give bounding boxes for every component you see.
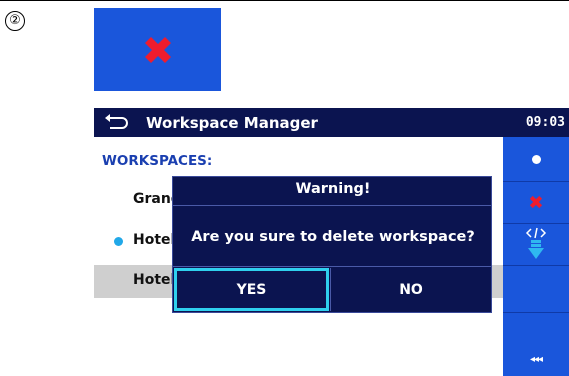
title-bar: Workspace Manager 09:03 [94, 108, 569, 137]
workspaces-heading: WORKSPACES: [102, 153, 213, 169]
active-workspace-icon [114, 237, 123, 246]
window-title: Workspace Manager [146, 114, 318, 132]
sidebar-divider [503, 265, 569, 266]
dot-icon [531, 154, 541, 164]
delete-button[interactable] [503, 182, 569, 222]
delete-key-illustration [94, 8, 221, 91]
no-label: NO [399, 281, 423, 298]
warning-dialog: Warning! Are you sure to delete workspac… [172, 176, 492, 313]
step-marker: ② [5, 11, 25, 31]
delete-icon [529, 195, 543, 209]
sidebar: ◂◂◂ [503, 137, 569, 376]
dialog-title: Warning! [295, 181, 371, 197]
yes-button[interactable]: YES [174, 268, 329, 311]
dialog-divider [173, 266, 491, 267]
back-icon[interactable] [104, 111, 130, 133]
device-screen: Workspace Manager 09:03 WORKSPACES: Gran… [94, 108, 569, 376]
sidebar-divider [503, 312, 569, 313]
dialog-message: Are you sure to delete workspace? [191, 229, 475, 245]
workspace-label: Hotel [133, 272, 176, 288]
top-rule [0, 0, 569, 1]
yes-label: YES [236, 281, 267, 298]
clock: 09:03 [525, 115, 565, 130]
workspace-label: Hotel [133, 232, 176, 248]
collapse-button[interactable]: ◂◂◂ [503, 342, 569, 376]
export-button[interactable] [503, 224, 569, 264]
export-icon [525, 227, 547, 259]
no-button[interactable]: NO [331, 268, 491, 311]
dialog-divider [173, 205, 491, 206]
delete-icon [144, 36, 171, 63]
collapse-icon: ◂◂◂ [529, 353, 543, 365]
open-button[interactable] [503, 139, 569, 179]
